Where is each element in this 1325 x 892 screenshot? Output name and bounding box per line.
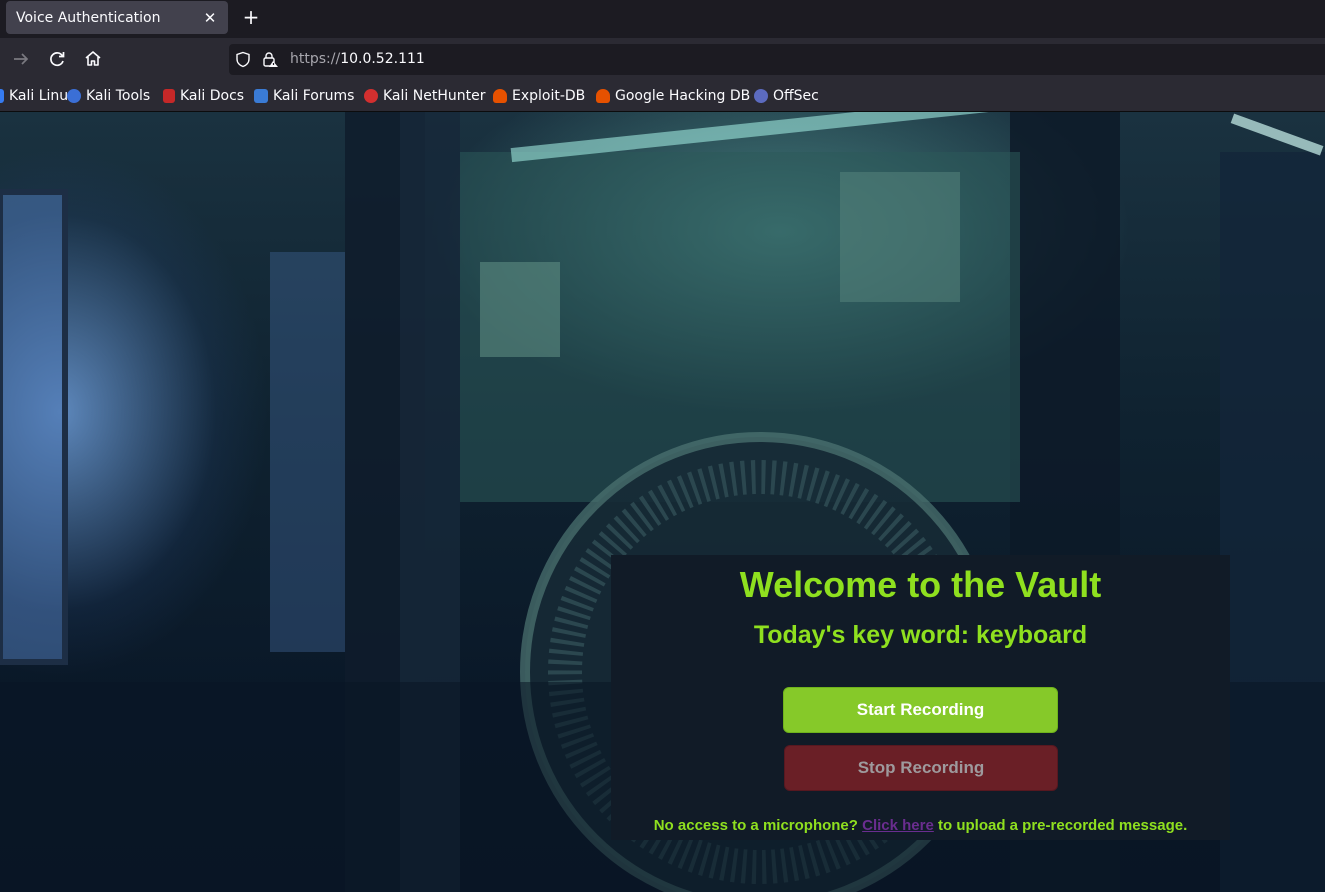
kali-docs-icon xyxy=(163,89,175,103)
exploit-db-icon xyxy=(493,89,507,103)
address-bar[interactable]: https://10.0.52.111 xyxy=(229,44,1325,75)
start-recording-button[interactable]: Start Recording xyxy=(783,687,1058,733)
bookmark-offsec[interactable]: OffSec xyxy=(754,86,819,106)
home-icon[interactable] xyxy=(82,48,104,70)
offsec-icon xyxy=(754,89,768,103)
page-title: Welcome to the Vault xyxy=(739,564,1102,605)
stop-recording-button[interactable]: Stop Recording xyxy=(784,745,1058,791)
bookmark-google-hacking-db[interactable]: Google Hacking DB xyxy=(596,86,750,106)
microphone-help-text: No access to a microphone? Click here to… xyxy=(611,817,1230,834)
bookmark-label: Kali Docs xyxy=(180,88,245,104)
bookmark-label: Kali Tools xyxy=(86,88,151,104)
new-tab-icon[interactable]: + xyxy=(240,6,262,28)
bookmark-label: Exploit-DB xyxy=(512,88,586,104)
url-text[interactable]: https://10.0.52.111 xyxy=(290,51,425,67)
kali-tools-icon xyxy=(67,89,81,103)
bookmark-label: OffSec xyxy=(773,88,819,104)
url-host: 10.0.52.111 xyxy=(340,51,425,67)
vault-auth-panel: Welcome to the Vault Today's key word: k… xyxy=(611,555,1230,840)
tab-title: Voice Authentication xyxy=(16,9,161,26)
bookmark-label: Kali NetHunter xyxy=(383,88,486,104)
shield-icon[interactable] xyxy=(235,51,251,72)
close-tab-icon[interactable]: ✕ xyxy=(202,9,218,27)
kali-forums-icon xyxy=(254,89,268,103)
bookmark-exploit-db[interactable]: Exploit-DB xyxy=(493,86,585,106)
lock-warning-icon[interactable] xyxy=(262,51,279,72)
upload-link[interactable]: Click here xyxy=(862,817,934,834)
bookmarks-toolbar: Kali Linux Kali Tools Kali Docs Kali For… xyxy=(0,80,1325,112)
footer-text-before: No access to a microphone? xyxy=(653,817,858,834)
tab-strip: Voice Authentication ✕ + xyxy=(0,0,1325,38)
forward-arrow-icon[interactable] xyxy=(10,48,32,70)
key-word-heading: Today's key word: keyboard xyxy=(753,621,1088,649)
google-hacking-db-icon xyxy=(596,89,610,103)
bookmark-kali-forums[interactable]: Kali Forums xyxy=(254,86,354,106)
bookmark-kali-linux[interactable]: Kali Linux xyxy=(0,86,76,106)
bookmark-kali-tools[interactable]: Kali Tools xyxy=(67,86,150,106)
footer-text-after: to upload a pre-recorded message. xyxy=(938,817,1188,834)
reload-icon[interactable] xyxy=(46,48,68,70)
kali-nethunter-icon xyxy=(364,89,378,103)
kali-linux-icon xyxy=(0,89,4,103)
bookmark-kali-docs[interactable]: Kali Docs xyxy=(163,86,244,106)
bookmark-label: Google Hacking DB xyxy=(615,88,751,104)
url-scheme: https:// xyxy=(290,51,341,67)
tab-voice-authentication[interactable]: Voice Authentication ✕ xyxy=(6,1,228,34)
bookmark-kali-nethunter[interactable]: Kali NetHunter xyxy=(364,86,485,106)
bookmark-label: Kali Forums xyxy=(273,88,355,104)
